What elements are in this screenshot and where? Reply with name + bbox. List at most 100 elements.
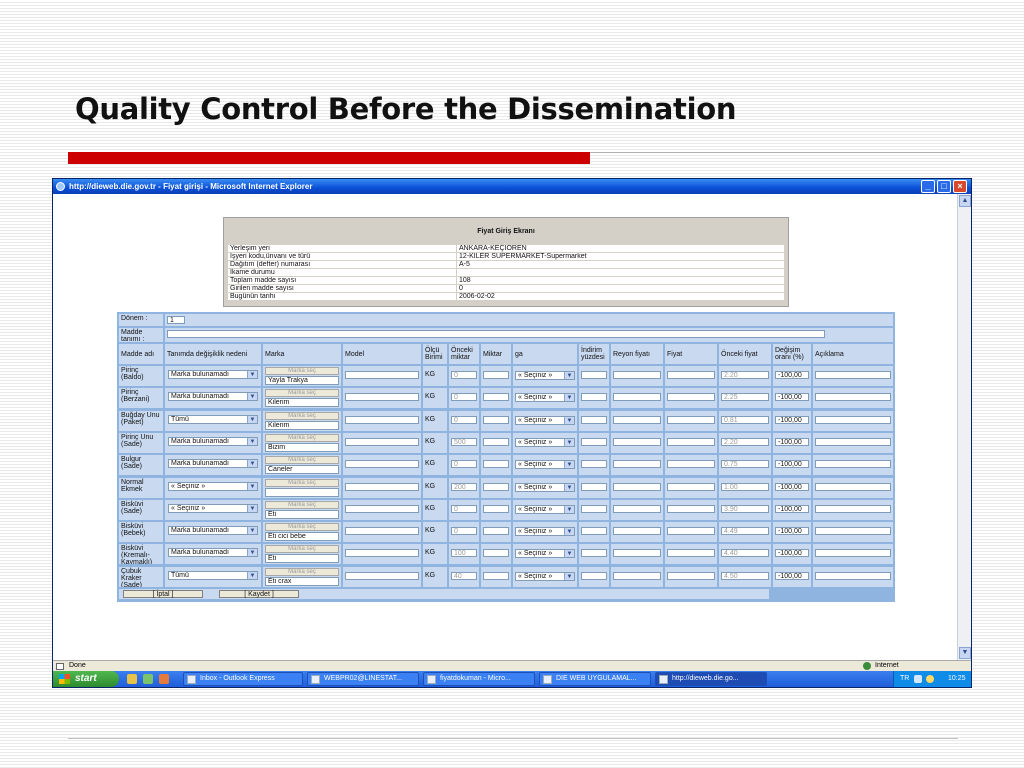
reyon-input[interactable] (613, 505, 661, 513)
chevron-down-icon[interactable]: ▼ (247, 572, 257, 579)
indirim-input[interactable] (581, 572, 607, 580)
neden-select[interactable]: « Seçiniz » ▼ (168, 504, 258, 513)
onceki-miktar-input[interactable]: 0 (451, 393, 477, 401)
chevron-down-icon[interactable]: ▼ (247, 393, 257, 400)
onceki-fiyat-input[interactable]: 3.90 (721, 505, 769, 513)
onceki-fiyat-input[interactable]: 2.20 (721, 371, 769, 379)
onceki-fiyat-input[interactable]: 0.81 (721, 416, 769, 424)
chevron-down-icon[interactable]: ▼ (564, 484, 574, 491)
scroll-down-icon[interactable]: ▼ (959, 647, 971, 659)
ga-select[interactable]: « Seçiniz » ▼ (515, 438, 575, 447)
ga-select[interactable]: « Seçiniz » ▼ (515, 460, 575, 469)
onceki-fiyat-input[interactable]: 4.49 (721, 527, 769, 535)
tray-app-icon[interactable] (914, 675, 922, 683)
maximize-icon[interactable]: □ (937, 180, 951, 193)
marka-sec-button[interactable]: Marka seç (265, 389, 339, 397)
aciklama-input[interactable] (815, 505, 891, 513)
fiyat-input[interactable] (667, 460, 715, 468)
model-input[interactable] (345, 416, 419, 424)
volume-icon[interactable] (926, 675, 934, 683)
chevron-down-icon[interactable]: ▼ (247, 371, 257, 378)
task-outlook[interactable]: Inbox - Outlook Express (183, 672, 303, 686)
degisim-input[interactable]: -100,00 (775, 438, 809, 446)
onceki-fiyat-input[interactable]: 2.25 (721, 393, 769, 401)
aciklama-input[interactable] (815, 393, 891, 401)
aciklama-input[interactable] (815, 371, 891, 379)
onceki-miktar-input[interactable]: 200 (451, 483, 477, 491)
chevron-down-icon[interactable]: ▼ (564, 506, 574, 513)
miktar-input[interactable] (483, 572, 509, 580)
neden-select[interactable]: Marka bulunamadı ▼ (168, 459, 258, 468)
miktar-input[interactable] (483, 527, 509, 535)
reyon-input[interactable] (613, 572, 661, 580)
fiyat-input[interactable] (667, 438, 715, 446)
reyon-input[interactable] (613, 371, 661, 379)
reyon-input[interactable] (613, 460, 661, 468)
chevron-down-icon[interactable]: ▼ (247, 549, 257, 556)
ga-select[interactable]: « Seçiniz » ▼ (515, 549, 575, 558)
indirim-input[interactable] (581, 393, 607, 401)
task-word[interactable]: fiyatdokuman - Micro... (423, 672, 535, 686)
iptal-button[interactable]: [ İptal ] (123, 590, 203, 598)
marka-input[interactable]: Kilerim (265, 398, 339, 407)
vertical-scrollbar[interactable]: ▲ ▼ (957, 194, 971, 660)
model-input[interactable] (345, 438, 419, 446)
ga-select[interactable]: « Seçiniz » ▼ (515, 505, 575, 514)
marka-input[interactable]: Eti (265, 554, 339, 563)
miktar-input[interactable] (483, 371, 509, 379)
indirim-input[interactable] (581, 483, 607, 491)
scroll-up-icon[interactable]: ▲ (959, 195, 971, 207)
aciklama-input[interactable] (815, 460, 891, 468)
marka-sec-button[interactable]: Marka seç (265, 367, 339, 375)
model-input[interactable] (345, 505, 419, 513)
marka-sec-button[interactable]: Marka seç (265, 545, 339, 553)
miktar-input[interactable] (483, 416, 509, 424)
chevron-down-icon[interactable]: ▼ (247, 416, 257, 423)
fiyat-input[interactable] (667, 572, 715, 580)
indirim-input[interactable] (581, 438, 607, 446)
marka-sec-button[interactable]: Marka seç (265, 456, 339, 464)
degisim-input[interactable]: -100,00 (775, 416, 809, 424)
model-input[interactable] (345, 483, 419, 491)
degisim-input[interactable]: -100,00 (775, 371, 809, 379)
marka-input[interactable]: Yayla Trakya (265, 376, 339, 385)
donem-input[interactable]: 1 (167, 316, 185, 324)
indirim-input[interactable] (581, 505, 607, 513)
onceki-miktar-input[interactable]: 0 (451, 371, 477, 379)
degisim-input[interactable]: -100,00 (775, 505, 809, 513)
onceki-fiyat-input[interactable]: 4.40 (721, 549, 769, 557)
onceki-miktar-input[interactable]: 500 (451, 438, 477, 446)
neden-select[interactable]: Marka bulunamadı ▼ (168, 370, 258, 379)
reyon-input[interactable] (613, 438, 661, 446)
chevron-down-icon[interactable]: ▼ (564, 461, 574, 468)
marka-input[interactable]: Bizim (265, 443, 339, 452)
miktar-input[interactable] (483, 549, 509, 557)
reyon-input[interactable] (613, 527, 661, 535)
fiyat-input[interactable] (667, 371, 715, 379)
reyon-input[interactable] (613, 416, 661, 424)
minimize-icon[interactable]: _ (921, 180, 935, 193)
chevron-down-icon[interactable]: ▼ (564, 550, 574, 557)
onceki-fiyat-input[interactable]: 4.50 (721, 572, 769, 580)
indirim-input[interactable] (581, 460, 607, 468)
neden-select[interactable]: Marka bulunamadı ▼ (168, 392, 258, 401)
onceki-miktar-input[interactable]: 0 (451, 416, 477, 424)
indirim-input[interactable] (581, 416, 607, 424)
task-linestat[interactable]: WEBPR02@LINESTAT... (307, 672, 419, 686)
marka-sec-button[interactable]: Marka seç (265, 434, 339, 442)
model-input[interactable] (345, 460, 419, 468)
miktar-input[interactable] (483, 438, 509, 446)
task-ie[interactable]: http://dieweb.die.go... (655, 672, 767, 686)
task-die-web[interactable]: DIE WEB UYGULAMAL... (539, 672, 651, 686)
onceki-fiyat-input[interactable]: 0.75 (721, 460, 769, 468)
kaydet-button[interactable]: [ Kaydet ] (219, 590, 299, 598)
start-button[interactable]: start (53, 671, 119, 687)
chevron-down-icon[interactable]: ▼ (564, 439, 574, 446)
model-input[interactable] (345, 527, 419, 535)
model-input[interactable] (345, 371, 419, 379)
reyon-input[interactable] (613, 549, 661, 557)
language-indicator[interactable]: TR (900, 671, 909, 687)
miktar-input[interactable] (483, 393, 509, 401)
madde-tanimi-input[interactable] (167, 330, 825, 338)
ga-select[interactable]: « Seçiniz » ▼ (515, 416, 575, 425)
